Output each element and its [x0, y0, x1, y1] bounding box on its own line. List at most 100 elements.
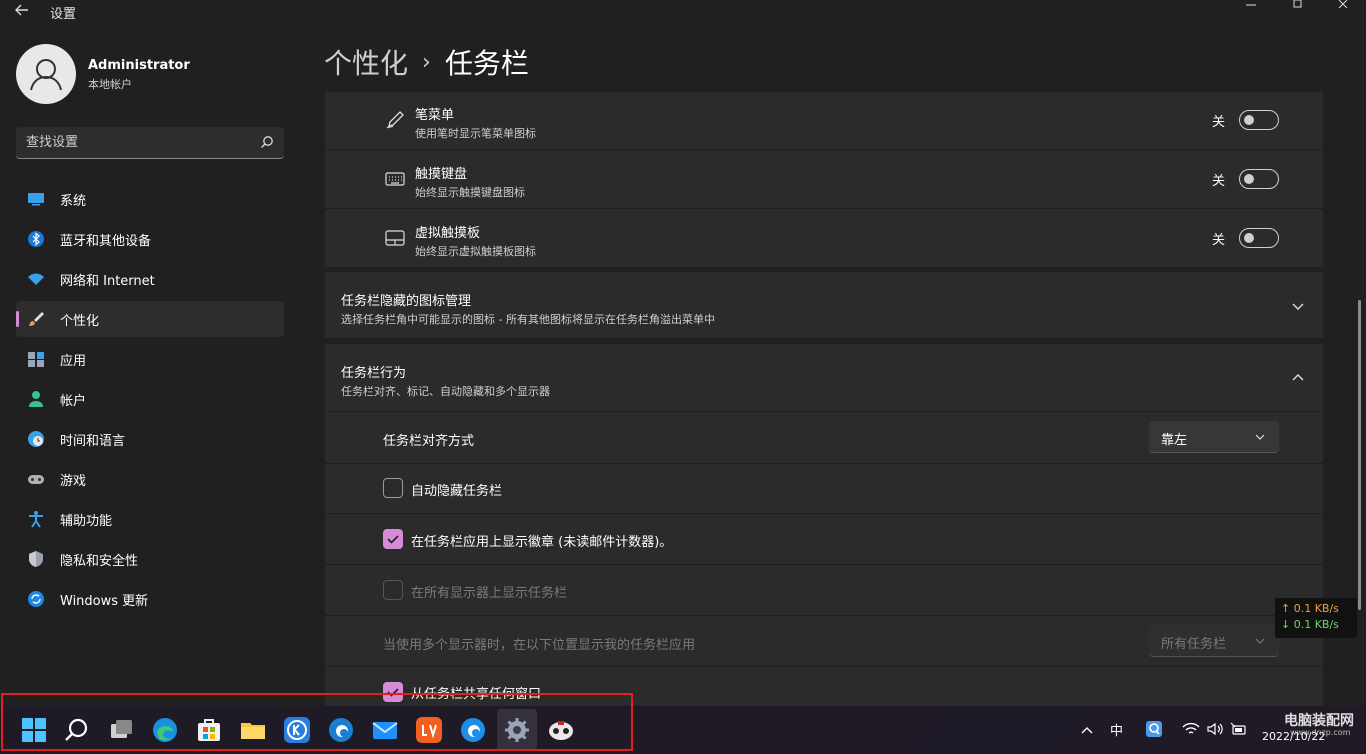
sidebar-item-windows-update[interactable]: Windows 更新	[16, 581, 284, 617]
sidebar-item-apps[interactable]: 应用	[16, 341, 284, 377]
touch-keyboard-row: 触摸键盘 始终显示触摸键盘图标 关	[325, 150, 1323, 209]
bluetooth-icon	[28, 231, 44, 247]
touchpad-icon	[385, 230, 405, 246]
multi-display-label: 当使用多个显示器时，在以下位置显示我的任务栏应用	[383, 638, 696, 653]
pen-icon	[386, 111, 404, 129]
settings-content: 笔菜单 使用笔时显示笔菜单图标 关 触摸键盘 始终显示触摸键盘图标 关 虚拟触摸…	[325, 92, 1323, 706]
person-icon	[29, 391, 43, 407]
chevron-down-icon	[1255, 434, 1265, 440]
search-input[interactable]	[26, 127, 246, 157]
user-account-type: 本地帐户	[88, 78, 132, 91]
gamepad-icon	[28, 475, 44, 484]
touch-keyboard-state: 关	[1211, 173, 1225, 189]
taskbar-behavior-title: 任务栏行为	[341, 366, 407, 381]
virtual-touchpad-toggle[interactable]	[1239, 228, 1279, 248]
sidebar-item-gaming[interactable]: 游戏	[16, 461, 284, 497]
all-displays-label: 在所有显示器上显示任务栏	[411, 586, 568, 601]
breadcrumb-separator: ›	[422, 49, 431, 75]
avatar[interactable]	[16, 44, 76, 104]
title-bar: 设置	[0, 0, 1366, 24]
touch-keyboard-toggle[interactable]	[1239, 169, 1279, 189]
chevron-up-icon[interactable]	[1291, 371, 1305, 385]
minimize-icon	[1246, 4, 1256, 6]
hidden-icons-section[interactable]: 任务栏隐藏的图标管理 选择任务栏角中可能显示的图标 - 所有其他图标将显示在任务…	[325, 272, 1323, 338]
multi-display-dropdown[interactable]: 所有任务栏	[1149, 625, 1279, 657]
pen-menu-state: 关	[1211, 114, 1225, 130]
sidebar-nav: 系统 蓝牙和其他设备 网络和 Internet 个性化 应用 帐户 时间和语言 …	[16, 181, 284, 621]
badges-checkbox[interactable]	[383, 529, 403, 549]
sidebar: Administrator 本地帐户 系统 蓝牙和其他设备 网络和 Intern…	[0, 24, 300, 706]
site-watermark: 电脑装配网	[1284, 713, 1354, 729]
keyboard-icon	[385, 172, 405, 186]
sidebar-item-system[interactable]: 系统	[16, 181, 284, 217]
checkmark-icon	[387, 535, 399, 544]
auto-hide-checkbox[interactable]	[383, 478, 403, 498]
hidden-icons-title: 任务栏隐藏的图标管理	[341, 294, 472, 309]
user-silhouette-icon	[30, 59, 62, 91]
all-displays-row: 在所有显示器上显示任务栏	[325, 565, 1323, 615]
brush-icon	[29, 312, 44, 326]
monitor-icon	[28, 193, 44, 206]
window-title: 设置	[50, 7, 77, 22]
maximize-icon	[1293, 0, 1302, 8]
auto-hide-label: 自动隐藏任务栏	[411, 484, 503, 499]
corner-icons-card: 笔菜单 使用笔时显示笔菜单图标 关 触摸键盘 始终显示触摸键盘图标 关 虚拟触摸…	[325, 92, 1323, 267]
net-speed-widget: ↑ 0.1 KB/s ↓ 0.1 KB/s	[1275, 598, 1357, 638]
badges-label: 在任务栏应用上显示徽章 (未读邮件计数器)。	[411, 535, 673, 550]
all-displays-checkbox[interactable]	[383, 580, 403, 600]
pen-menu-toggle-group: 关	[1212, 110, 1279, 130]
alignment-row: 任务栏对齐方式 靠左	[325, 412, 1323, 463]
alignment-label: 任务栏对齐方式	[383, 434, 475, 449]
qq-tray-icon[interactable]	[1145, 720, 1163, 738]
sidebar-item-personalization[interactable]: 个性化	[16, 301, 284, 337]
taskbar-highlight-annotation	[1, 693, 633, 751]
chevron-down-icon	[1255, 638, 1265, 644]
apps-icon	[28, 352, 44, 367]
close-button[interactable]	[1320, 0, 1366, 20]
clock-globe-icon	[28, 431, 44, 447]
virtual-touchpad-subtitle: 始终显示虚拟触摸板图标	[415, 245, 536, 258]
battery-icon[interactable]	[1230, 722, 1248, 736]
taskbar-behavior-subtitle: 任务栏对齐、标记、自动隐藏和多个显示器	[341, 385, 550, 398]
virtual-touchpad-row: 虚拟触摸板 始终显示虚拟触摸板图标 关	[325, 209, 1323, 267]
wifi-icon[interactable]	[1182, 722, 1200, 736]
minimize-button[interactable]	[1228, 0, 1274, 20]
sidebar-item-network[interactable]: 网络和 Internet	[16, 261, 284, 297]
scrollbar[interactable]	[1358, 300, 1361, 610]
touch-keyboard-title: 触摸键盘	[415, 167, 468, 182]
badges-row: 在任务栏应用上显示徽章 (未读邮件计数器)。	[325, 514, 1323, 564]
hidden-icons-subtitle: 选择任务栏角中可能显示的图标 - 所有其他图标将显示在任务栏角溢出菜单中	[341, 313, 715, 326]
accessibility-icon	[29, 511, 43, 528]
sidebar-item-privacy[interactable]: 隐私和安全性	[16, 541, 284, 577]
taskbar-behavior-header[interactable]: 任务栏行为 任务栏对齐、标记、自动隐藏和多个显示器	[325, 344, 1323, 411]
sidebar-item-bluetooth[interactable]: 蓝牙和其他设备	[16, 221, 284, 257]
download-speed: ↓ 0.1 KB/s	[1281, 618, 1339, 631]
settings-window: 设置 Administrator 本地帐户 系统	[0, 0, 1366, 706]
alignment-dropdown[interactable]: 靠左	[1149, 421, 1279, 453]
pen-menu-row: 笔菜单 使用笔时显示笔菜单图标 关	[325, 92, 1323, 150]
virtual-touchpad-title: 虚拟触摸板	[415, 226, 481, 241]
ime-indicator[interactable]: 中	[1110, 720, 1123, 739]
back-button[interactable]	[14, 2, 36, 20]
alignment-value: 靠左	[1161, 433, 1188, 448]
pen-menu-toggle[interactable]	[1239, 110, 1279, 130]
pen-menu-title: 笔菜单	[415, 108, 455, 123]
touch-keyboard-toggle-group: 关	[1212, 169, 1279, 189]
wifi-icon	[28, 273, 44, 285]
sidebar-item-time-language[interactable]: 时间和语言	[16, 421, 284, 457]
search-box[interactable]	[16, 127, 284, 159]
pen-menu-subtitle: 使用笔时显示笔菜单图标	[415, 127, 536, 140]
arrow-left-icon	[15, 4, 28, 16]
virtual-touchpad-toggle-group: 关	[1212, 228, 1279, 248]
breadcrumb-parent[interactable]: 个性化	[324, 42, 408, 82]
sidebar-item-accessibility[interactable]: 辅助功能	[16, 501, 284, 537]
volume-icon[interactable]	[1206, 722, 1224, 736]
maximize-button[interactable]	[1274, 0, 1320, 20]
sidebar-item-accounts[interactable]: 帐户	[16, 381, 284, 417]
page-title: 任务栏	[444, 47, 529, 80]
shield-icon	[29, 551, 43, 567]
chevron-down-icon[interactable]	[1291, 299, 1305, 313]
search-icon[interactable]	[260, 135, 274, 149]
auto-hide-row: 自动隐藏任务栏	[325, 464, 1323, 513]
chevron-up-icon[interactable]	[1080, 724, 1094, 736]
